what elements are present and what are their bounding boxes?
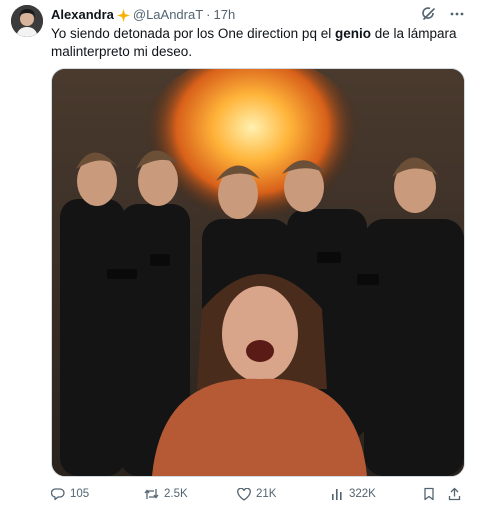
views-count: 322K: [349, 488, 376, 500]
views-button[interactable]: 322K: [331, 486, 376, 502]
repost-icon: [144, 487, 159, 501]
tweet-image[interactable]: [51, 68, 465, 477]
avatar[interactable]: [11, 5, 43, 37]
like-count: 21K: [256, 488, 277, 500]
heart-icon: [237, 487, 251, 501]
separator-dot: ·: [206, 7, 211, 22]
views-icon: [331, 488, 344, 501]
reply-button[interactable]: 105: [51, 486, 89, 502]
tweet-header: Alexandra @LaAndraT · 17h: [51, 7, 417, 23]
tweet-text-part1: Yo siendo detonada por los One direction…: [51, 26, 335, 41]
sparkles-icon: [116, 8, 130, 22]
action-bar: 105 2.5K 21K 322K: [51, 486, 463, 504]
author-handle[interactable]: @LaAndraT: [133, 7, 203, 23]
bookmark-icon: [423, 487, 435, 501]
author-name[interactable]: Alexandra: [51, 7, 114, 23]
tweet-text: Yo siendo detonada por los One direction…: [51, 25, 461, 61]
grok-icon[interactable]: [421, 6, 437, 22]
tweet[interactable]: Alexandra @LaAndraT · 17h Yo siendo deto…: [0, 0, 477, 507]
share-button[interactable]: [448, 486, 461, 502]
reply-icon: [51, 487, 65, 501]
repost-button[interactable]: 2.5K: [144, 486, 188, 502]
more-icon[interactable]: [449, 6, 465, 22]
share-icon: [448, 487, 461, 501]
tweet-text-bold: genio: [334, 26, 371, 41]
reply-count: 105: [70, 488, 90, 500]
like-button[interactable]: 21K: [237, 486, 276, 502]
bookmark-button[interactable]: [423, 486, 435, 502]
repost-count: 2.5K: [164, 488, 188, 500]
tweet-time[interactable]: 17h: [214, 7, 236, 23]
